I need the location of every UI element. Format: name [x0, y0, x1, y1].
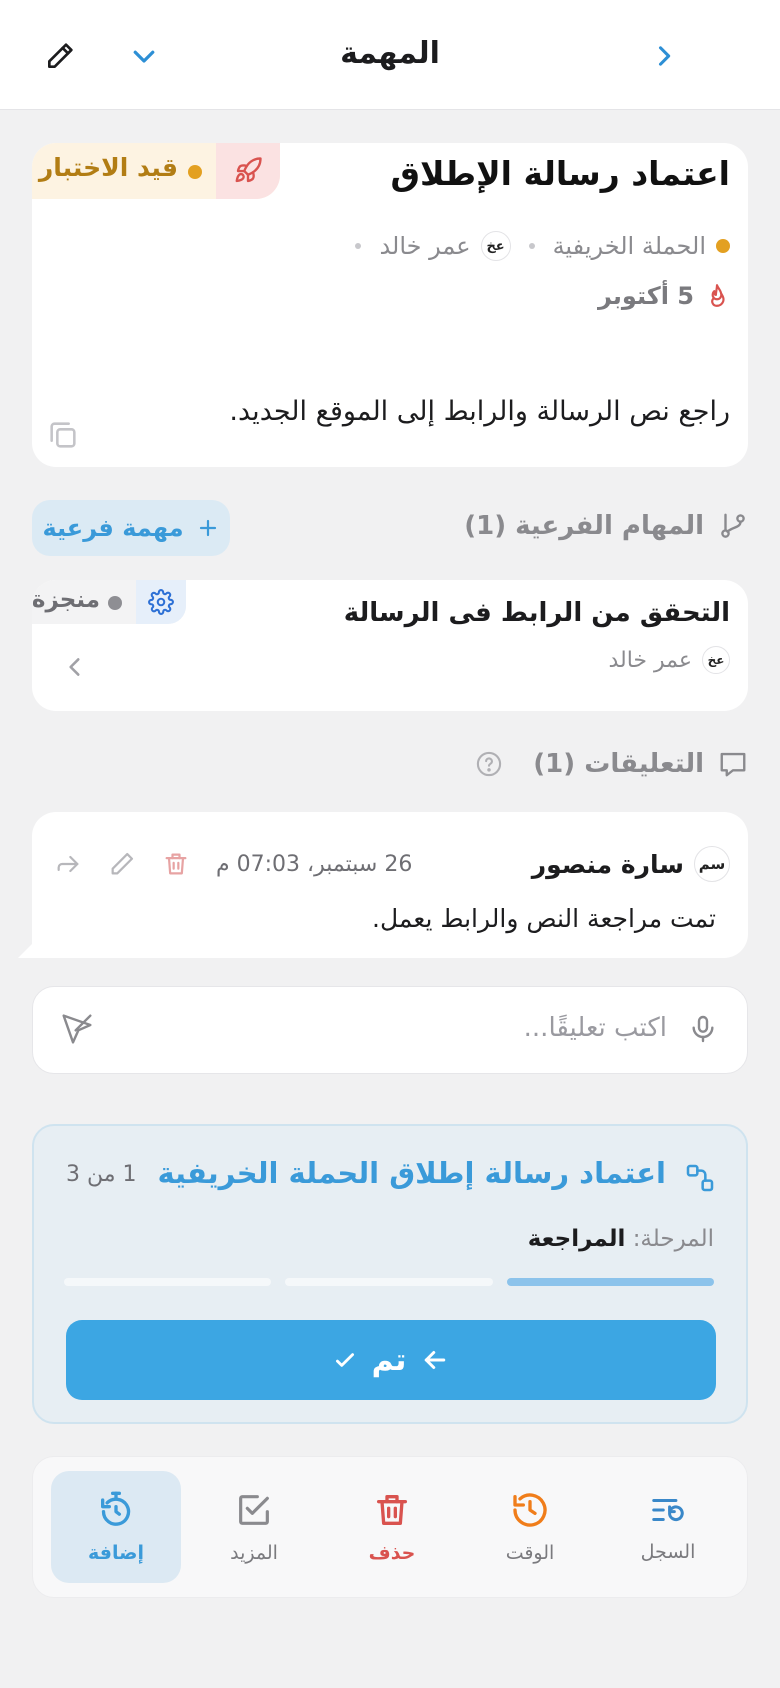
- toolbar-add-label: إضافة: [88, 1542, 144, 1564]
- comment-text: تمت مراجعة النص والرابط يعمل.: [372, 904, 716, 933]
- toolbar-delete-label: حذف: [368, 1542, 416, 1564]
- done-label: تم: [371, 1342, 407, 1378]
- rocket-icon: [216, 143, 280, 199]
- chat-bubble-icon: [720, 752, 746, 777]
- app-header: المهمة: [0, 0, 780, 110]
- toolbar-log-button[interactable]: السجل: [603, 1471, 733, 1583]
- stage-value: المراجعة: [527, 1226, 626, 1252]
- toolbar-add-button[interactable]: إضافة: [51, 1471, 181, 1583]
- status-label: قيد الاختبار: [38, 153, 178, 182]
- bottom-toolbar: السجل الوقت حذف المزيد إضافة: [32, 1456, 748, 1598]
- separator-dot: [528, 243, 535, 249]
- copy-button[interactable]: [46, 418, 80, 452]
- help-circle-icon[interactable]: [475, 750, 503, 778]
- plus-icon: [199, 519, 216, 537]
- subtask-assignee: عخ عمر خالد: [608, 646, 730, 674]
- git-branch-icon: [721, 513, 745, 538]
- workflow-step-counter: 1 من 3: [66, 1162, 137, 1187]
- subtask-status-badge[interactable]: منجزة: [32, 580, 186, 624]
- subtask-open-button[interactable]: [62, 654, 88, 680]
- project-dot: [716, 239, 730, 253]
- comment-author: سارة منصور: [531, 849, 684, 879]
- due-date-row[interactable]: 5 أكتوبر: [598, 282, 730, 310]
- comment-timestamp: 26 سبتمبر، 07:03 م: [216, 851, 413, 877]
- subtasks-heading-label: المهام الفرعية (1): [464, 511, 704, 541]
- comments-heading-label: التعليقات (1): [533, 749, 704, 779]
- toolbar-more-button[interactable]: المزيد: [189, 1471, 319, 1583]
- workflow-step-segment: [285, 1278, 493, 1286]
- send-icon[interactable]: [61, 1013, 93, 1045]
- pencil-icon: [48, 43, 73, 68]
- workflow-icon: [686, 1164, 714, 1192]
- microphone-icon[interactable]: [687, 1013, 719, 1045]
- due-date: 5 أكتوبر: [597, 282, 694, 310]
- stage-label: المرحلة:: [632, 1226, 714, 1252]
- task-meta-row: الحملة الخريفية عخ عمر خالد: [347, 228, 730, 264]
- separator-dot: [355, 243, 362, 249]
- avatar: عخ: [480, 231, 511, 261]
- task-description: راجع نص الرسالة والرابط إلى الموقع الجدي…: [229, 396, 730, 427]
- chevron-left-icon: [69, 658, 80, 676]
- subtask-status-label: منجزة: [32, 587, 100, 613]
- copy-icon: [50, 422, 76, 448]
- toolbar-delete-button[interactable]: حذف: [327, 1471, 457, 1583]
- trash-icon: [377, 1495, 407, 1525]
- toolbar-time-button[interactable]: الوقت: [465, 1471, 595, 1583]
- reply-arrow-icon[interactable]: [54, 850, 82, 878]
- task-status-badge[interactable]: قيد الاختبار: [32, 143, 280, 199]
- flame-icon: [711, 284, 725, 307]
- avatar: عخ: [702, 646, 730, 674]
- checkbox-icon: [239, 1495, 269, 1525]
- add-subtask-button[interactable]: مهمة فرعية: [32, 500, 230, 556]
- subtask-title: التحقق من الرابط فى الرسالة: [343, 598, 730, 628]
- edit-button[interactable]: [40, 36, 80, 76]
- workflow-card: اعتماد رسالة إطلاق الحملة الخريفية 1 من …: [32, 1124, 748, 1424]
- workflow-stage: المرحلة: المراجعة: [528, 1226, 714, 1252]
- comment-input[interactable]: اكتب تعليقًا...: [32, 986, 748, 1074]
- expand-button[interactable]: [124, 36, 164, 76]
- add-subtask-label: مهمة فرعية: [42, 514, 184, 542]
- subtasks-heading: المهام الفرعية (1): [464, 511, 748, 541]
- workflow-step-segment: [506, 1278, 714, 1286]
- comment-item: سم سارة منصور 26 سبتمبر، 07:03 م تمت مرا…: [32, 812, 748, 958]
- workflow-title: اعتماد رسالة إطلاق الحملة الخريفية: [157, 1156, 666, 1190]
- log-list-icon: [652, 1498, 684, 1522]
- toolbar-time-label: الوقت: [505, 1542, 555, 1564]
- history-clock-icon: [513, 1493, 547, 1527]
- pencil-icon[interactable]: [108, 850, 136, 878]
- subtask-assignee-name: عمر خالد: [608, 647, 692, 673]
- checkmark-icon: [335, 1353, 354, 1367]
- done-button[interactable]: تم: [66, 1320, 716, 1400]
- assignee-name[interactable]: عمر خالد: [379, 232, 470, 260]
- task-title: اعتماد رسالة الإطلاق: [390, 154, 730, 193]
- status-dot: [108, 596, 122, 610]
- toolbar-more-label: المزيد: [230, 1542, 278, 1564]
- trash-icon[interactable]: [162, 850, 190, 878]
- workflow-step-segment: [64, 1278, 272, 1286]
- arrow-left-icon: [425, 1351, 446, 1369]
- comment-input-placeholder: اكتب تعليقًا...: [523, 1013, 667, 1043]
- project-name[interactable]: الحملة الخريفية: [553, 232, 706, 260]
- avatar: سم: [694, 846, 730, 882]
- comment-actions: 26 سبتمبر، 07:03 م: [54, 850, 412, 878]
- comment-author-row: سم سارة منصور: [532, 846, 730, 882]
- chevron-down-icon: [133, 50, 155, 63]
- timer-add-icon: [101, 1491, 131, 1526]
- status-dot: [188, 165, 202, 179]
- comments-heading: التعليقات (1): [475, 749, 748, 779]
- gear-icon: [136, 580, 186, 624]
- toolbar-log-label: السجل: [640, 1541, 696, 1563]
- page-title: المهمة: [340, 36, 440, 71]
